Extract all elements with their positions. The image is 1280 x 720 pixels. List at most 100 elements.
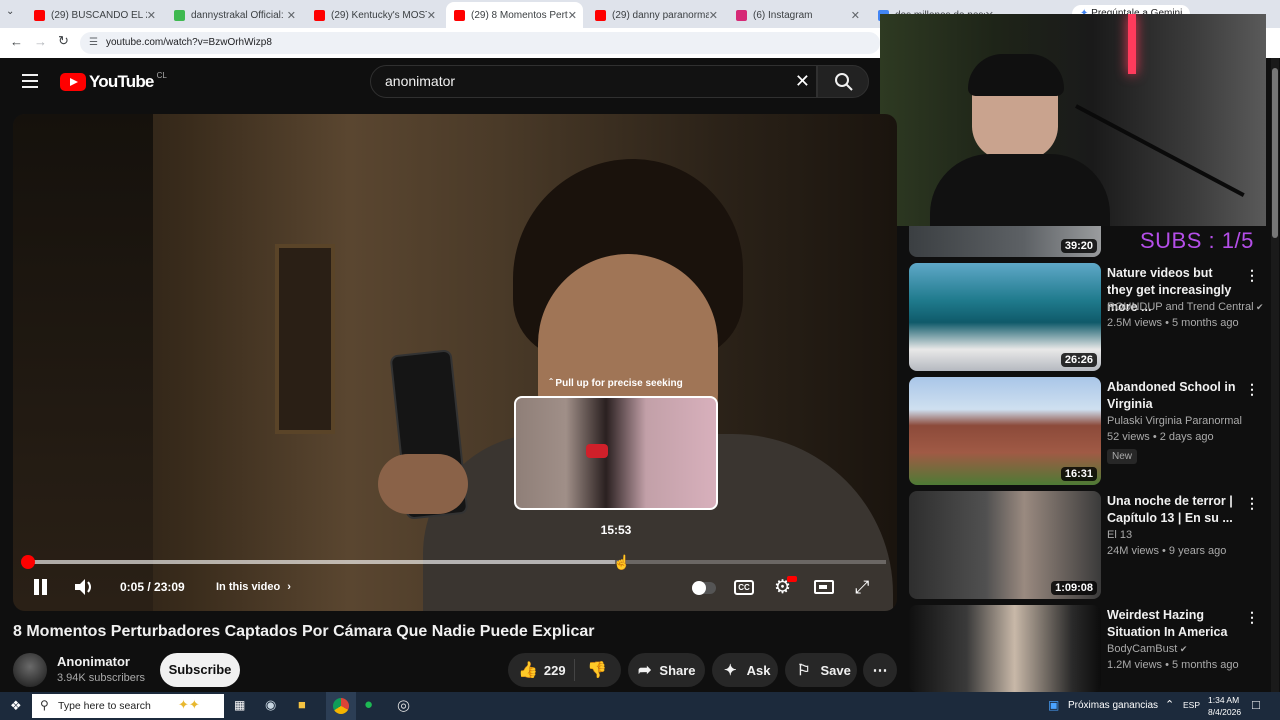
progress-bar[interactable]	[21, 555, 886, 569]
page-scrollbar[interactable]	[1271, 58, 1279, 692]
video-card-meta: 52 views • 2 days ago	[1107, 431, 1214, 443]
theater-mode-button[interactable]	[814, 580, 834, 594]
video-card-channel-name: Pulaski Virginia Paranormal	[1107, 415, 1242, 427]
more-vertical-icon[interactable]: ⋮	[1245, 267, 1259, 284]
language-indicator[interactable]: ESP	[1183, 700, 1200, 710]
channel-name[interactable]: Anonimator	[57, 654, 130, 669]
video-card-channel[interactable]: Pulaski Virginia Paranormal	[1107, 415, 1242, 427]
recommended-video-card[interactable]: 26:26 Nature videos but they get increasi…	[909, 263, 1269, 371]
subscriber-count: 3.94K subscribers	[57, 672, 146, 684]
video-card-title[interactable]: Weirdest Hazing Situation In America	[1107, 607, 1239, 641]
tab-favicon-icon	[595, 9, 606, 21]
webcam-shirt	[930, 154, 1110, 226]
channel-avatar[interactable]	[13, 653, 47, 687]
steam-icon[interactable]: ◉	[265, 697, 276, 713]
tab-close-icon[interactable]: ✕	[568, 9, 577, 22]
notifications-icon[interactable]: □	[1252, 697, 1260, 712]
captions-button[interactable]: CC	[734, 580, 754, 595]
recommended-video-card[interactable]: 16:31 Abandoned School in Virginia Pulaski…	[909, 377, 1269, 485]
settings-button[interactable]: ⚙	[774, 576, 797, 599]
video-card-title[interactable]: Abandoned School in Virginia	[1107, 379, 1239, 413]
recommended-video-card[interactable]: Weirdest Hazing Situation In America Body…	[909, 605, 1269, 692]
more-vertical-icon[interactable]: ⋮	[1245, 609, 1259, 626]
youtube-logo[interactable]: YouTube CL	[60, 70, 167, 92]
video-card-channel[interactable]: El 13	[1107, 529, 1132, 541]
reload-icon[interactable]: ↻	[58, 33, 69, 49]
taskbar-search[interactable]: ⚲ Type here to search ✦✦	[32, 694, 224, 718]
browser-tab[interactable]: dannystrakal Official: Insta✕	[166, 4, 302, 26]
save-button[interactable]: ⚐ Save	[785, 653, 857, 687]
browser-tab[interactable]: (29) danny paranormal - Y✕	[587, 4, 724, 26]
tab-close-icon[interactable]: ✕	[709, 9, 718, 22]
clock-date[interactable]: 8/4/2026	[1208, 707, 1241, 717]
clock-time[interactable]: 1:34 AM	[1208, 695, 1239, 705]
notification-text[interactable]: Próximas ganancias	[1068, 700, 1158, 711]
forward-icon[interactable]: →	[34, 34, 47, 49]
tab-label: (29) danny paranormal - Y	[612, 9, 709, 21]
country-code: CL	[156, 70, 167, 80]
volume-button[interactable]	[73, 577, 95, 602]
more-vertical-icon[interactable]: ⋮	[1245, 495, 1259, 512]
menu-icon[interactable]	[22, 74, 38, 88]
pause-button[interactable]	[33, 579, 49, 595]
search-highlight-icon: ✦✦	[178, 697, 200, 712]
video-thumbnail[interactable]: 16:31	[909, 377, 1101, 485]
seek-preview-thumbnail	[514, 396, 718, 510]
video-thumbnail[interactable]	[909, 605, 1101, 692]
search-button[interactable]	[817, 65, 869, 98]
like-button[interactable]: 👍 229	[508, 660, 574, 680]
tab-search-chevron-icon[interactable]: ⌄	[6, 6, 14, 17]
video-card-meta: 24M views • 9 years ago	[1107, 545, 1227, 557]
back-icon[interactable]: ←	[10, 34, 23, 49]
browser-tab[interactable]: (6) Instagram ✕	[728, 4, 866, 26]
tab-close-icon[interactable]: ✕	[427, 9, 436, 22]
dislike-button[interactable]: 👎	[575, 660, 607, 680]
search-input[interactable]: anonimator ✕	[370, 65, 817, 98]
browser-tab[interactable]: (29) Kentucky's MOST HA✕	[306, 4, 442, 26]
captions-icon: CC	[738, 583, 750, 592]
tab-label: (29) 8 Momentos Pertu	[471, 9, 568, 21]
tab-close-icon[interactable]: ✕	[851, 9, 860, 22]
new-badge: New	[1107, 449, 1138, 464]
site-info-icon[interactable]: ☰	[89, 32, 98, 54]
recommended-video-card[interactable]: 1:09:08 Una noche de terror | Capítulo 13…	[909, 491, 1269, 599]
ask-label: Ask	[746, 662, 771, 678]
verified-icon: ✔	[1253, 302, 1264, 312]
windows-start-icon[interactable]: ❖	[10, 698, 22, 714]
more-actions-button[interactable]: ⋯	[863, 653, 897, 687]
obs-icon[interactable]: ◎	[397, 696, 410, 714]
tab-close-icon[interactable]: ✕	[287, 9, 296, 22]
video-player[interactable]: ˆ Pull up for precise seeking 15:53 ☝ 0:…	[13, 114, 897, 611]
autoplay-toggle[interactable]	[692, 581, 716, 595]
chrome-icon[interactable]	[326, 692, 356, 720]
video-card-channel-name: BodyCamBust	[1107, 643, 1178, 655]
tab-label: (6) Instagram	[753, 9, 813, 21]
video-card-channel[interactable]: ROUNDUP and Trend Central ✔	[1107, 301, 1264, 313]
more-vertical-icon[interactable]: ⋮	[1245, 381, 1259, 398]
tab-favicon-icon	[736, 9, 747, 21]
video-card-channel[interactable]: BodyCamBust ✔	[1107, 643, 1187, 655]
clear-search-icon[interactable]: ✕	[795, 66, 810, 97]
video-thumbnail[interactable]: 26:26	[909, 263, 1101, 371]
fullscreen-button[interactable]: ⤢	[855, 577, 869, 598]
ask-button[interactable]: ✦ Ask	[712, 653, 778, 687]
browser-tab[interactable]: (29) 8 Momentos Pertu ✕	[446, 2, 583, 28]
chapters-button[interactable]: In this video ›	[216, 581, 291, 593]
video-thumbnail[interactable]: 1:09:08	[909, 491, 1101, 599]
tab-close-icon[interactable]: ✕	[147, 9, 156, 22]
task-view-icon[interactable]: ▦	[234, 698, 245, 712]
tray-chevron-icon[interactable]: ⌃	[1165, 698, 1174, 711]
share-icon: ➦	[638, 662, 652, 679]
file-explorer-icon[interactable]: ■	[298, 697, 306, 712]
address-bar[interactable]: ☰ youtube.com/watch?v=BzwOrhWizp8	[80, 32, 880, 54]
seek-hint: ˆ Pull up for precise seeking	[533, 378, 699, 389]
sidebar-partial-thumbnail[interactable]: 39:20	[909, 226, 1101, 257]
stocks-icon[interactable]: ▣	[1048, 698, 1059, 712]
browser-tab[interactable]: (29) BUSCANDO EL 2 PA 2✕	[26, 4, 162, 26]
spotify-icon[interactable]: ●	[364, 696, 373, 713]
share-button[interactable]: ➦ Share	[628, 653, 705, 687]
video-card-title[interactable]: Una noche de terror | Capítulo 13 | En s…	[1107, 493, 1239, 527]
scrollbar-thumb[interactable]	[1272, 68, 1278, 238]
subscribe-button[interactable]: Subscribe	[160, 653, 240, 687]
video-frame-left-wall	[13, 114, 153, 611]
